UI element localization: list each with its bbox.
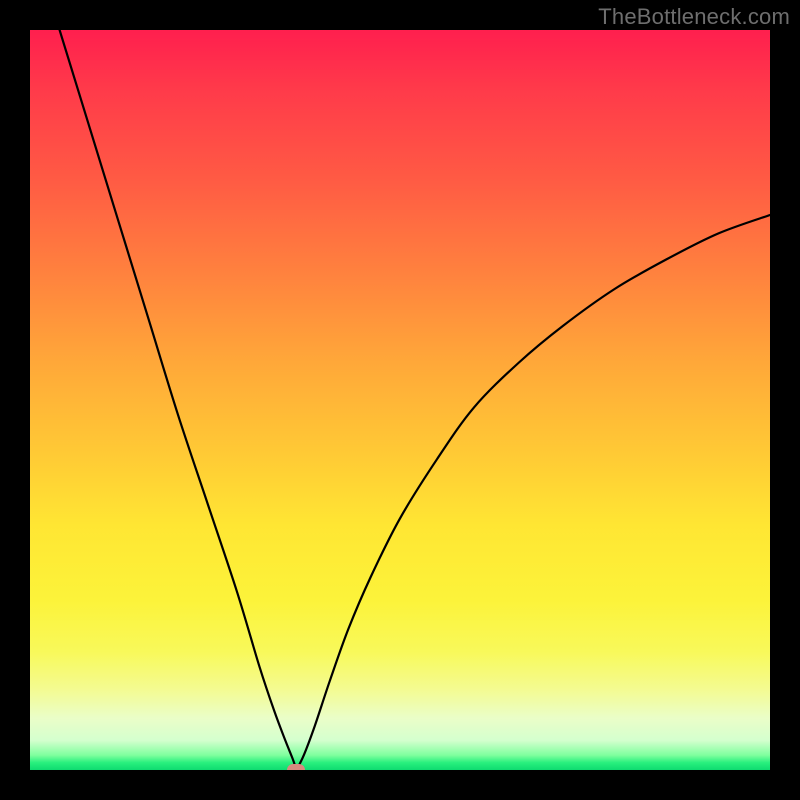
plot-area [30, 30, 770, 770]
chart-frame: TheBottleneck.com [0, 0, 800, 800]
optimum-marker [287, 764, 305, 770]
watermark-text: TheBottleneck.com [598, 4, 790, 30]
bottleneck-curve [30, 30, 770, 770]
